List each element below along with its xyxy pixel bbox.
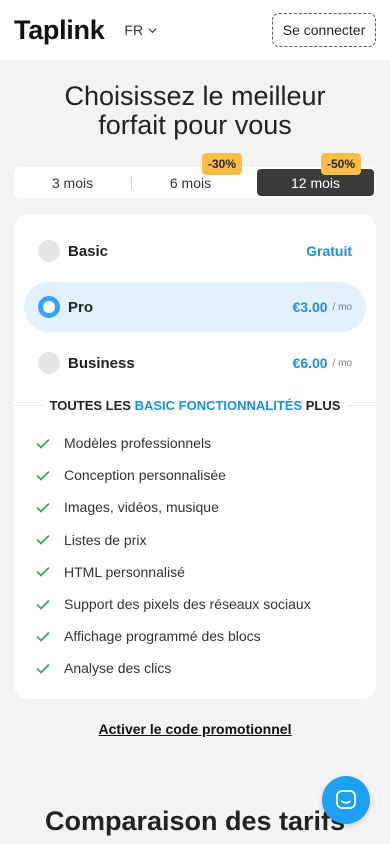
check-icon bbox=[36, 567, 50, 578]
feature-text: Listes de prix bbox=[64, 531, 147, 548]
discount-badge-6-months: -30% bbox=[202, 153, 243, 175]
tab-label: 6 mois bbox=[169, 174, 212, 191]
plan-price-unit: / mo bbox=[332, 357, 352, 369]
page-title: Choisissez le meilleur forfait pour vous bbox=[64, 81, 326, 140]
feature-item: Support des pixels des réseaux sociaux bbox=[24, 588, 366, 620]
taplink-logo[interactable]: Taplink bbox=[14, 15, 105, 46]
radio-button-selected[interactable] bbox=[38, 296, 60, 318]
check-icon bbox=[36, 470, 50, 481]
top-header: Taplink FR Se connecter bbox=[0, 0, 390, 60]
plan-option-pro[interactable]: Pro €3.00 / mo bbox=[24, 282, 366, 332]
feature-text: Affichage programmé des blocs bbox=[64, 628, 261, 645]
divider bbox=[14, 405, 43, 406]
divider bbox=[347, 405, 376, 406]
feature-item: Images, vidéos, musique bbox=[24, 491, 366, 523]
check-icon bbox=[36, 535, 50, 545]
feature-text: Modèles professionnels bbox=[64, 435, 212, 452]
heading-suffix: PLUS bbox=[305, 398, 341, 413]
plan-option-basic[interactable]: Basic Gratuit bbox=[24, 226, 366, 276]
login-button[interactable]: Se connecter bbox=[272, 13, 376, 47]
check-icon bbox=[36, 438, 50, 449]
plan-name: Business bbox=[68, 354, 135, 372]
chat-bubble-icon bbox=[336, 790, 356, 809]
plan-name: Basic bbox=[68, 242, 109, 260]
feature-item: Analyse des clics bbox=[24, 652, 366, 684]
tab-3-months[interactable]: 3 mois bbox=[14, 167, 131, 198]
radio-button[interactable] bbox=[38, 240, 60, 262]
check-icon bbox=[36, 502, 50, 513]
feature-text: Support des pixels des réseaux sociaux bbox=[64, 596, 311, 613]
activate-promo-code-link[interactable]: Activer le code promotionnel bbox=[0, 721, 390, 737]
radio-button[interactable] bbox=[38, 352, 60, 374]
billing-period-tabs: 3 mois 6 mois 12 mois -30% -50% bbox=[14, 153, 376, 198]
feature-item: HTML personnalisé bbox=[24, 556, 366, 588]
chevron-down-icon bbox=[148, 27, 157, 33]
chat-button[interactable] bbox=[322, 776, 370, 824]
heading-accent: BASIC FONCTIONNALITÉS bbox=[134, 398, 303, 413]
feature-text: Analyse des clics bbox=[64, 660, 172, 677]
plan-price: Gratuit bbox=[306, 243, 352, 259]
features-heading-text: TOUTES LES BASIC FONCTIONNALITÉS PLUS bbox=[43, 398, 348, 413]
feature-text: HTML personnalisé bbox=[64, 563, 185, 580]
feature-text: Conception personnalisée bbox=[64, 467, 226, 484]
plan-name: Pro bbox=[68, 298, 94, 316]
discount-badge-12-months: -50% bbox=[321, 153, 362, 175]
feature-item: Affichage programmé des blocs bbox=[24, 620, 366, 652]
language-selector[interactable]: FR bbox=[124, 22, 157, 38]
feature-item: Modèles professionnels bbox=[24, 427, 366, 459]
language-label: FR bbox=[124, 22, 144, 38]
heading-prefix: TOUTES LES bbox=[49, 398, 131, 413]
feature-item: Conception personnalisée bbox=[24, 459, 366, 491]
feature-item: Listes de prix bbox=[24, 524, 366, 556]
check-icon bbox=[36, 599, 50, 610]
tab-label: 12 mois bbox=[290, 174, 341, 191]
features-heading: TOUTES LES BASIC FONCTIONNALITÉS PLUS bbox=[14, 398, 376, 413]
check-icon bbox=[36, 631, 50, 642]
pricing-card: Basic Gratuit Pro €3.00 / mo Business €6… bbox=[14, 214, 376, 699]
plan-price: €6.00 bbox=[292, 355, 328, 371]
plan-option-business[interactable]: Business €6.00 / mo bbox=[24, 338, 366, 388]
plan-price-unit: / mo bbox=[332, 301, 352, 313]
feature-text: Images, vidéos, musique bbox=[64, 499, 219, 516]
tab-label: 3 mois bbox=[51, 174, 94, 191]
check-icon bbox=[36, 663, 50, 674]
plan-price: €3.00 bbox=[292, 299, 328, 315]
